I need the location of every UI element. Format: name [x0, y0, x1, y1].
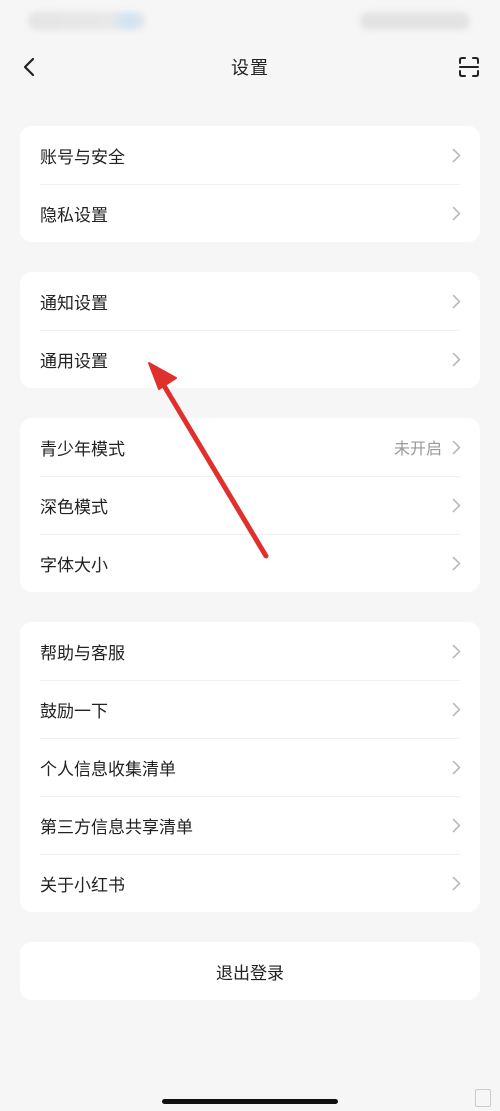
settings-group-display: 青少年模式 未开启 深色模式 字体大小	[20, 418, 480, 592]
settings-item-label: 青少年模式	[40, 439, 125, 460]
settings-item-help[interactable]: 帮助与客服	[20, 622, 480, 680]
logout-button[interactable]: 退出登录	[20, 942, 480, 1000]
settings-item-label: 鼓励一下	[40, 701, 108, 722]
settings-item-label: 通知设置	[40, 293, 108, 314]
settings-page: 设置 账号与安全 隐私设置 通知设置 通用设置 青少年模式 未开启 深色模式 字…	[0, 0, 500, 1111]
chevron-right-icon	[450, 875, 462, 891]
settings-item-label: 第三方信息共享清单	[40, 817, 193, 838]
settings-group-account: 账号与安全 隐私设置	[20, 126, 480, 242]
chevron-right-icon	[450, 293, 462, 309]
chevron-right-icon	[450, 759, 462, 775]
settings-item-privacy[interactable]: 隐私设置	[20, 184, 480, 242]
settings-item-label: 字体大小	[40, 555, 108, 576]
settings-item-account-security[interactable]: 账号与安全	[20, 126, 480, 184]
chevron-right-icon	[450, 643, 462, 659]
logout-label: 退出登录	[216, 963, 284, 984]
settings-item-general[interactable]: 通用设置	[20, 330, 480, 388]
teen-mode-status: 未开启	[393, 439, 442, 458]
settings-item-encourage[interactable]: 鼓励一下	[20, 680, 480, 738]
settings-item-label: 帮助与客服	[40, 643, 125, 664]
settings-item-dark-mode[interactable]: 深色模式	[20, 476, 480, 534]
status-bar-left-blurred	[28, 12, 146, 30]
chevron-right-icon	[450, 497, 462, 513]
watermark-logo-icon	[475, 1089, 491, 1107]
settings-item-about[interactable]: 关于小红书	[20, 854, 480, 912]
settings-item-font-size[interactable]: 字体大小	[20, 534, 480, 592]
home-indicator	[162, 1099, 338, 1104]
settings-item-label: 关于小红书	[40, 875, 125, 896]
settings-item-label: 个人信息收集清单	[40, 759, 176, 780]
chevron-right-icon	[450, 701, 462, 717]
settings-item-label: 隐私设置	[40, 205, 108, 226]
settings-item-label: 深色模式	[40, 497, 108, 518]
watermark	[475, 1089, 494, 1107]
settings-item-notifications[interactable]: 通知设置	[20, 272, 480, 330]
chevron-right-icon	[450, 351, 462, 367]
settings-item-label: 账号与安全	[40, 147, 125, 168]
settings-item-personal-info-list[interactable]: 个人信息收集清单	[20, 738, 480, 796]
settings-group-general: 通知设置 通用设置	[20, 272, 480, 388]
chevron-right-icon	[450, 205, 462, 221]
chevron-right-icon	[450, 147, 462, 163]
status-bar	[0, 0, 500, 44]
scan-button[interactable]	[452, 50, 486, 84]
settings-item-teen-mode[interactable]: 青少年模式 未开启	[20, 418, 480, 476]
settings-item-label: 通用设置	[40, 351, 108, 372]
page-title: 设置	[231, 58, 269, 79]
scan-icon	[459, 57, 479, 77]
status-bar-right-blurred	[360, 12, 470, 30]
nav-bar: 设置	[0, 44, 500, 90]
settings-group-about: 帮助与客服 鼓励一下 个人信息收集清单 第三方信息共享清单 关于小红书	[20, 622, 480, 912]
chevron-right-icon	[450, 555, 462, 571]
chevron-right-icon	[450, 817, 462, 833]
settings-item-third-party-sharing[interactable]: 第三方信息共享清单	[20, 796, 480, 854]
chevron-right-icon	[450, 439, 462, 455]
